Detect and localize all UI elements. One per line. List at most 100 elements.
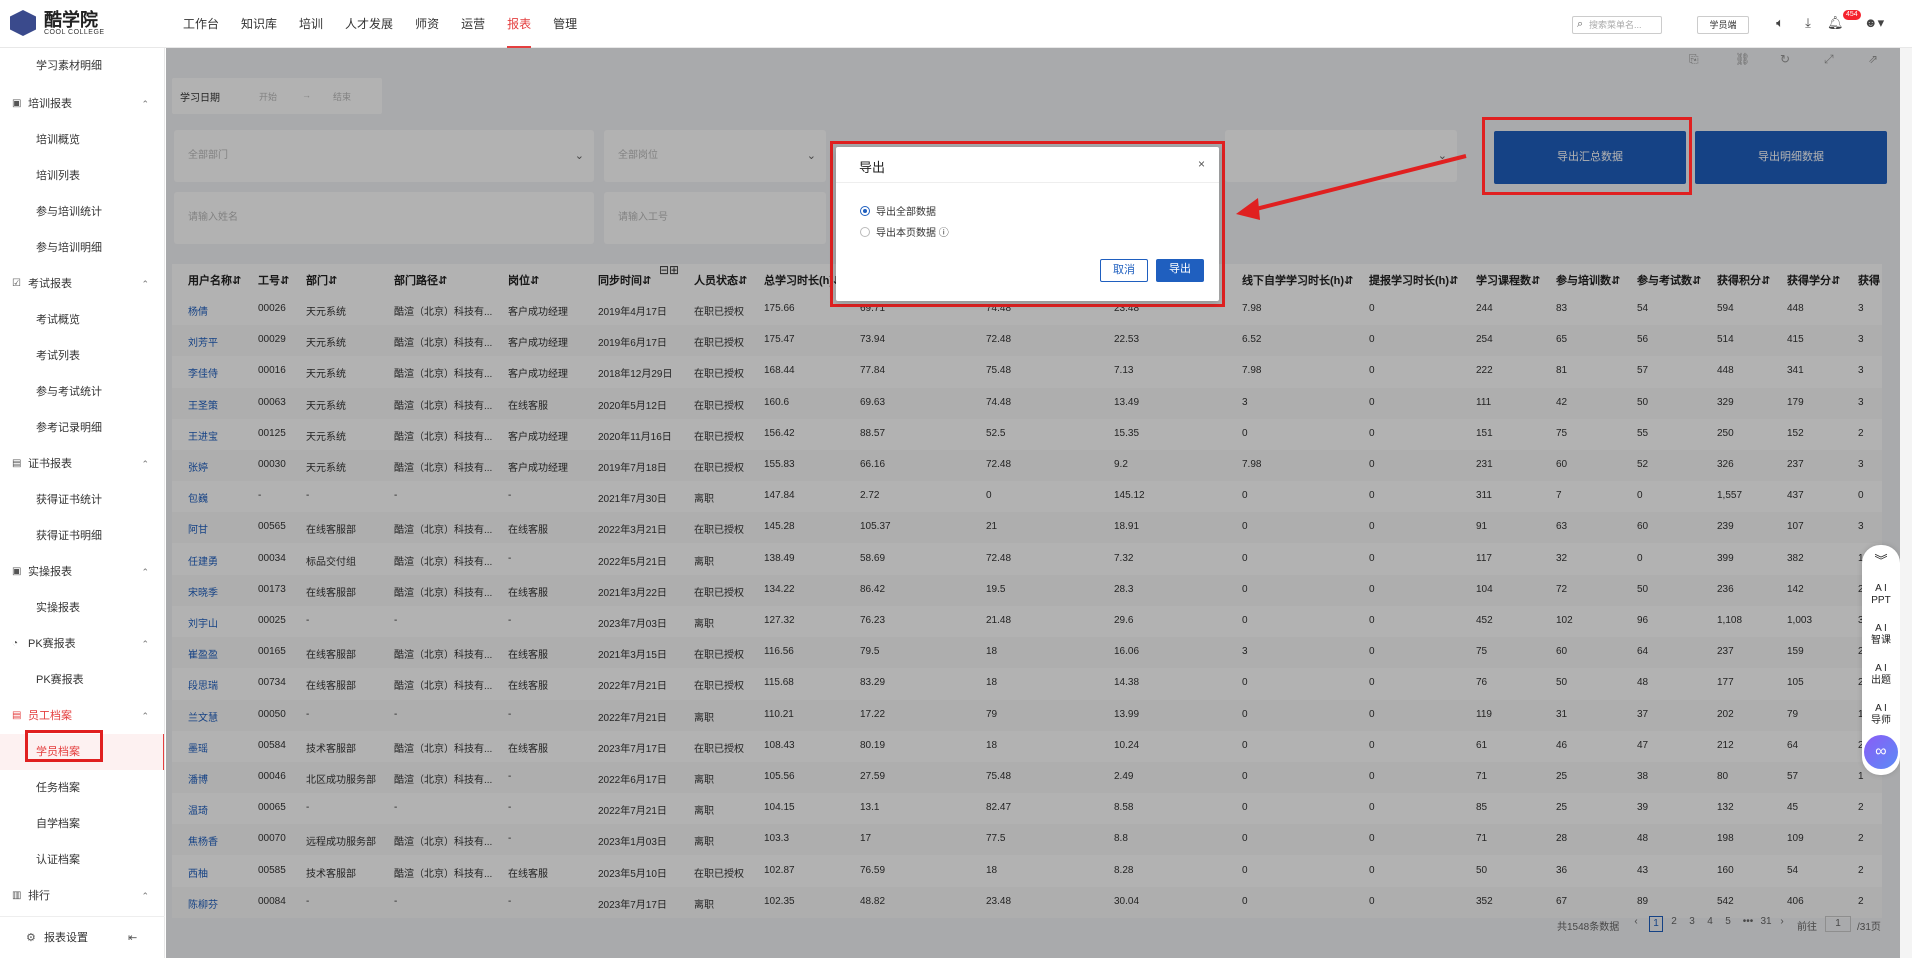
sidebar-item-label: 排行 bbox=[28, 890, 50, 902]
menu-group-icon: ▣ bbox=[12, 566, 22, 577]
speaker-icon[interactable]: 🔈︎ bbox=[1772, 15, 1788, 31]
ai-course-button[interactable]: A I 智课 bbox=[1862, 623, 1900, 647]
sidebar-group-23[interactable]: ▥ 排行 ⌃ bbox=[0, 878, 164, 914]
annotation-arrow bbox=[1236, 154, 1467, 220]
nav-item-training[interactable]: 培训 bbox=[299, 0, 323, 48]
sidebar-item-7[interactable]: 考试概览 bbox=[0, 302, 164, 338]
radio-checked-icon bbox=[860, 205, 870, 216]
menu-group-icon: ☑ bbox=[12, 278, 21, 289]
dialog-divider bbox=[836, 182, 1219, 183]
notification-badge: 454 bbox=[1843, 10, 1861, 20]
ai-ppt-button[interactable]: A I PPT bbox=[1862, 583, 1900, 607]
sidebar-item-15[interactable]: 实操报表 bbox=[0, 590, 164, 626]
sidebar-item-9[interactable]: 参与考试统计 bbox=[0, 374, 164, 410]
sidebar-item-label: 考试报表 bbox=[28, 278, 72, 290]
logo-text: 酷学院 bbox=[44, 9, 98, 30]
nav-item-talent[interactable]: 人才发展 bbox=[345, 0, 393, 48]
sidebar-item-3[interactable]: 培训列表 bbox=[0, 158, 164, 194]
sidebar-item-label: PK赛报表 bbox=[28, 638, 76, 650]
sidebar-item-label: 考试列表 bbox=[36, 350, 80, 362]
close-icon[interactable]: × bbox=[1198, 157, 1205, 171]
sidebar-item-13[interactable]: 获得证书明细 bbox=[0, 518, 164, 554]
menu-search-input[interactable]: 搜索菜单名... bbox=[1572, 16, 1662, 34]
sidebar-item-5[interactable]: 参与培训明细 bbox=[0, 230, 164, 266]
sidebar-item-12[interactable]: 获得证书统计 bbox=[0, 482, 164, 518]
sidebar-group-14[interactable]: ▣ 实操报表 ⌃ bbox=[0, 554, 164, 590]
sidebar-group-11[interactable]: ▤ 证书报表 ⌃ bbox=[0, 446, 164, 482]
chevron-up-icon[interactable]: ⌃ bbox=[141, 86, 149, 122]
sidebar-item-label: 获得证书统计 bbox=[36, 494, 102, 506]
nav-item-knowledge[interactable]: 知识库 bbox=[241, 0, 277, 48]
menu-group-icon: ◔ bbox=[12, 638, 19, 649]
menu-group-icon: ▤ bbox=[12, 458, 22, 469]
bell-icon[interactable]: 🔔︎ bbox=[1827, 15, 1844, 31]
main-nav: 工作台 知识库 培训 人才发展 师资 运营 报表 管理 bbox=[183, 0, 599, 48]
nav-item-reports[interactable]: 报表 bbox=[507, 0, 532, 48]
radio-unchecked-icon bbox=[860, 226, 870, 237]
radio-export-page[interactable]: 导出本页数据 ⓘ bbox=[860, 224, 949, 239]
sidebar-group-1[interactable]: ▣ 培训报表 ⌃ bbox=[0, 86, 164, 122]
ai-mentor-button[interactable]: A I 导师 bbox=[1862, 703, 1900, 727]
export-confirm-button[interactable]: 导出 bbox=[1156, 259, 1204, 282]
sidebar-group-16[interactable]: ◔ PK赛报表 ⌃ bbox=[0, 626, 164, 662]
sidebar-item-20[interactable]: 任务档案 bbox=[0, 770, 164, 806]
avatar[interactable]: ☻▾ bbox=[1861, 15, 1887, 31]
button-highlight-box bbox=[1482, 117, 1692, 195]
sidebar-item-10[interactable]: 参考记录明细 bbox=[0, 410, 164, 446]
sidebar-highlight-box bbox=[25, 730, 103, 762]
radio-export-all[interactable]: 导出全部数据 bbox=[860, 203, 936, 218]
sidebar-item-22[interactable]: 认证档案 bbox=[0, 842, 164, 878]
menu-group-icon: ▤ bbox=[12, 710, 22, 721]
collapse-chevron-icon[interactable]: ︾ bbox=[1862, 554, 1900, 567]
sidebar-group-18[interactable]: ▤ 员工档案 ⌃ bbox=[0, 698, 164, 734]
sidebar-item-label: 获得证书明细 bbox=[36, 530, 102, 542]
sidebar-item-label: 考试概览 bbox=[36, 314, 80, 326]
sidebar-item-label: 参与培训明细 bbox=[36, 242, 102, 254]
nav-item-workbench[interactable]: 工作台 bbox=[183, 0, 219, 48]
settings-icon: ⚙ bbox=[26, 932, 36, 944]
download-icon[interactable]: ⤓ bbox=[1800, 15, 1816, 31]
top-bar: 酷学院 COOL COLLEGE 工作台 知识库 培训 人才发展 师资 运营 报… bbox=[0, 0, 1912, 48]
nav-item-teachers[interactable]: 师资 bbox=[415, 0, 439, 48]
nav-item-operations[interactable]: 运营 bbox=[461, 0, 485, 48]
chevron-up-icon[interactable]: ⌃ bbox=[141, 878, 149, 914]
sidebar-item-4[interactable]: 参与培训统计 bbox=[0, 194, 164, 230]
app-logo[interactable]: 酷学院 COOL COLLEGE bbox=[10, 10, 105, 36]
collapse-sidebar-icon[interactable]: ⇤ bbox=[128, 917, 137, 959]
chevron-up-icon[interactable]: ⌃ bbox=[141, 554, 149, 590]
radio-export-all-label: 导出全部数据 bbox=[876, 207, 936, 218]
nav-item-admin[interactable]: 管理 bbox=[553, 0, 577, 48]
sidebar: 学习素材明细 ▣ 培训报表 ⌃ 培训概览培训列表参与培训统计 参与培训明细 ☑ 考试报表 ⌃ 考试… bbox=[0, 48, 165, 958]
page-scrollbar[interactable] bbox=[1900, 48, 1912, 958]
student-portal-button[interactable]: 学员端 bbox=[1697, 16, 1749, 34]
chevron-up-icon[interactable]: ⌃ bbox=[141, 266, 149, 302]
sidebar-item-label: 自学档案 bbox=[36, 818, 80, 830]
sidebar-group-6[interactable]: ☑ 考试报表 ⌃ bbox=[0, 266, 164, 302]
report-settings[interactable]: ⚙ 报表设置 ⇤ bbox=[0, 916, 165, 958]
chevron-up-icon[interactable]: ⌃ bbox=[141, 698, 149, 734]
radio-export-page-label: 导出本页数据 ⓘ bbox=[876, 228, 949, 239]
sidebar-item-label: 员工档案 bbox=[28, 710, 72, 722]
sidebar-item-label: 实操报表 bbox=[36, 602, 80, 614]
sidebar-item-label: PK赛报表 bbox=[36, 674, 84, 686]
sidebar-item-17[interactable]: PK赛报表 bbox=[0, 662, 164, 698]
dialog-title: 导出 bbox=[859, 160, 886, 175]
cancel-button[interactable]: 取消 bbox=[1100, 259, 1148, 282]
chevron-up-icon[interactable]: ⌃ bbox=[141, 626, 149, 662]
menu-group-icon: ▣ bbox=[12, 98, 22, 109]
sidebar-item-2[interactable]: 培训概览 bbox=[0, 122, 164, 158]
report-settings-label: 报表设置 bbox=[44, 932, 88, 944]
chevron-up-icon[interactable]: ⌃ bbox=[141, 446, 149, 482]
sidebar-item-0[interactable]: 学习素材明细 bbox=[0, 48, 164, 84]
sidebar-item-label: 培训列表 bbox=[36, 170, 80, 182]
ai-assistant-icon[interactable]: ∞ bbox=[1864, 735, 1898, 769]
sidebar-item-label: 参与考试统计 bbox=[36, 386, 102, 398]
ai-question-button[interactable]: A I 出题 bbox=[1862, 663, 1900, 687]
logo-mark-icon bbox=[10, 10, 36, 36]
sidebar-item-21[interactable]: 自学档案 bbox=[0, 806, 164, 842]
sidebar-item-label: 认证档案 bbox=[36, 854, 80, 866]
logo-subtext: COOL COLLEGE bbox=[44, 28, 105, 36]
sidebar-item-8[interactable]: 考试列表 bbox=[0, 338, 164, 374]
sidebar-item-label: 参与培训统计 bbox=[36, 206, 102, 218]
ai-panel: ︾ A I PPT A I 智课 A I 出题 A I 导师 ∞ bbox=[1862, 545, 1900, 775]
